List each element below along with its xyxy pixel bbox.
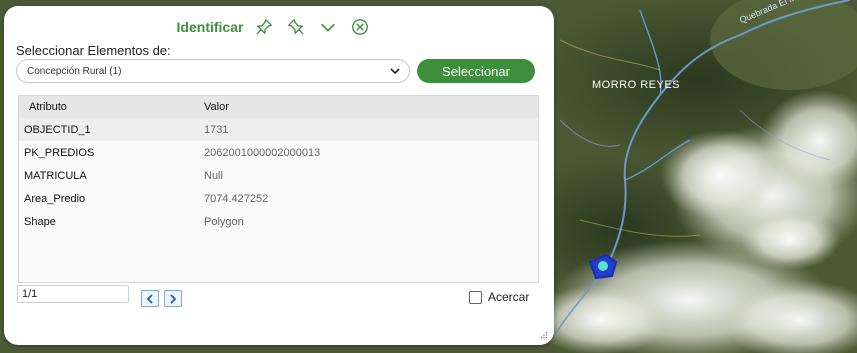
- unpin-icon[interactable]: [285, 16, 307, 38]
- layer-dropdown-value: Concepción Rural (1): [27, 65, 122, 77]
- table-row[interactable]: Shape Polygon: [19, 210, 538, 233]
- chevron-right-icon: [170, 293, 177, 304]
- chevron-down-icon[interactable]: [317, 16, 339, 38]
- header-attribute: Atributo: [29, 101, 67, 113]
- panel-header: Identificar: [4, 16, 544, 38]
- layer-dropdown[interactable]: Concepción Rural (1): [16, 59, 410, 83]
- next-page-button[interactable]: [164, 290, 182, 307]
- attribute-cell: OBJECTID_1: [24, 123, 91, 136]
- panel-title: Identificar: [176, 19, 244, 35]
- table-row[interactable]: Area_Predio 7074.427252: [19, 187, 538, 210]
- chevron-down-icon: [390, 68, 400, 75]
- value-cell: 2062001000002000013: [204, 146, 321, 159]
- table-row[interactable]: PK_PREDIOS 2062001000002000013: [19, 141, 538, 164]
- resize-grip-icon[interactable]: [540, 331, 548, 339]
- value-cell: 7074.427252: [204, 192, 269, 205]
- prev-page-button[interactable]: [141, 290, 159, 307]
- zoom-to-option[interactable]: Acercar: [469, 290, 529, 304]
- attribute-cell: PK_PREDIOS: [24, 146, 95, 159]
- table-row[interactable]: MATRICULA Null: [19, 164, 538, 187]
- attribute-cell: MATRICULA: [24, 169, 87, 182]
- select-button[interactable]: Seleccionar: [417, 59, 535, 83]
- value-cell: 1731: [204, 123, 229, 136]
- attribute-cell: Shape: [24, 215, 56, 228]
- table-header: Atributo Valor: [19, 96, 538, 118]
- select-label: Seleccionar Elementos de:: [16, 43, 171, 58]
- attribute-table: Atributo Valor OBJECTID_1 1731 PK_PREDIO…: [18, 95, 539, 283]
- place-label: MORRO REYES: [592, 79, 681, 91]
- chevron-left-icon: [146, 293, 153, 304]
- attribute-cell: Area_Predio: [24, 192, 86, 205]
- close-icon[interactable]: [349, 16, 371, 38]
- pin-icon[interactable]: [253, 16, 275, 38]
- table-row[interactable]: OBJECTID_1 1731: [19, 118, 538, 141]
- identify-panel: Identificar Seleccionar Elementos de: Co…: [4, 6, 554, 345]
- header-value: Valor: [204, 101, 229, 113]
- page-input[interactable]: 1/1: [17, 285, 129, 303]
- value-cell: Null: [204, 169, 223, 182]
- zoom-checkbox[interactable]: [469, 290, 482, 304]
- zoom-checkbox-label: Acercar: [488, 290, 530, 304]
- value-cell: Polygon: [204, 215, 244, 228]
